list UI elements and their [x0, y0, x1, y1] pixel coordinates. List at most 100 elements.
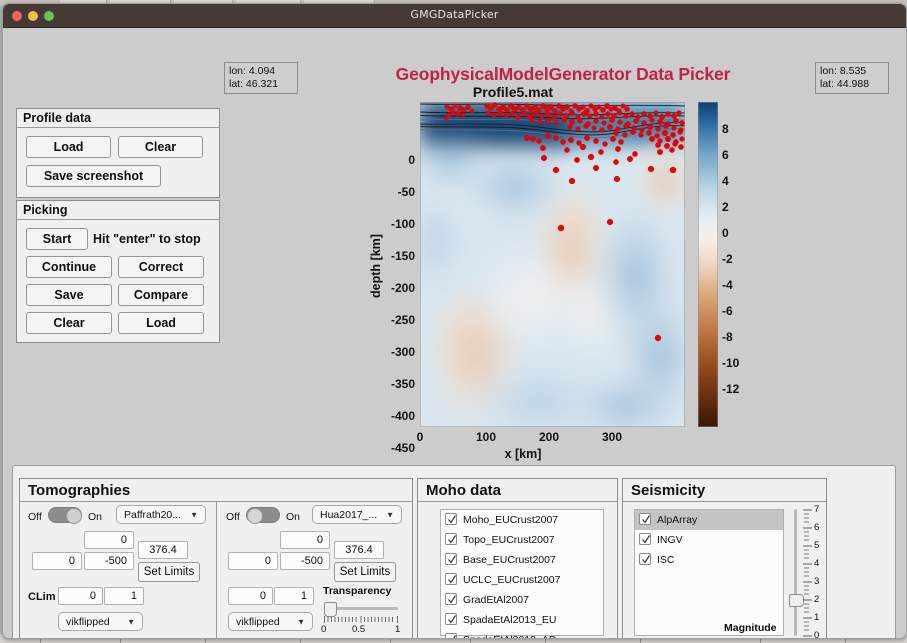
- save-screenshot-button[interactable]: Save screenshot: [26, 165, 161, 187]
- list-item[interactable]: SpadaEtAl2013_EU: [441, 610, 603, 630]
- tomo1-off-label: Off: [28, 511, 42, 523]
- magnitude-tick-0: 0: [814, 630, 820, 639]
- tomo1-onoff-toggle[interactable]: [48, 507, 82, 524]
- checkbox-checked[interactable]: [445, 573, 457, 585]
- window-titlebar[interactable]: GMGDataPicker: [3, 4, 906, 28]
- tomo2-colormap-dropdown[interactable]: vikflipped ▼: [228, 612, 313, 631]
- moho-data-panel: Moho data Moho_EUCrust2007 Topo_EUCrust2…: [417, 478, 618, 638]
- transparency-slider-knob[interactable]: [324, 602, 337, 617]
- tomo2-clim-min-field[interactable]: 0: [228, 587, 273, 605]
- checkbox-checked[interactable]: [445, 513, 457, 525]
- list-item[interactable]: Moho_EUCrust2007: [441, 510, 603, 530]
- tomo2-clim-max-field[interactable]: 1: [274, 587, 314, 605]
- cross-section-plot[interactable]: [420, 102, 685, 427]
- tomo2-left-field[interactable]: 0: [228, 552, 278, 570]
- coords-left-lat: lat: 46.321: [229, 78, 279, 90]
- y-tick-0: 0: [408, 153, 415, 167]
- checkbox-checked[interactable]: [445, 633, 457, 638]
- list-item-label: Topo_EUCrust2007: [463, 534, 555, 546]
- tomo1-dataset-value: Paffrath20...: [124, 508, 182, 521]
- list-item-label: ISC: [657, 554, 675, 566]
- coords-right-lat: lat: 44.988: [820, 78, 870, 90]
- list-item[interactable]: ISC: [635, 550, 783, 570]
- y-tick-450: -450: [390, 441, 415, 455]
- colorbar-tick-2: 2: [722, 200, 729, 214]
- x-tick-100: 100: [475, 430, 497, 444]
- tomo1-clim-min-field[interactable]: 0: [58, 587, 103, 605]
- tomo1-toggle-knob[interactable]: [66, 508, 82, 524]
- list-item[interactable]: SpadaEtAl2013_AD: [441, 630, 603, 638]
- picking-save-button[interactable]: Save: [26, 284, 112, 306]
- tomo1-left-field[interactable]: 0: [32, 552, 82, 570]
- checkbox-checked[interactable]: [639, 533, 651, 545]
- magnitude-slider-knob[interactable]: [789, 594, 804, 607]
- profile-clear-button[interactable]: Clear: [118, 136, 203, 158]
- tomo2-on-label: On: [286, 511, 301, 523]
- transparency-tick-1: 1: [395, 624, 401, 635]
- tomo2-top-field[interactable]: 0: [280, 531, 330, 549]
- tomo1-right-field[interactable]: 376.4: [138, 541, 188, 559]
- magnitude-label: Magnitude: [724, 622, 777, 634]
- moho-data-listbox[interactable]: Moho_EUCrust2007 Topo_EUCrust2007 Base_E…: [440, 509, 604, 638]
- chevron-down-icon: ▼: [386, 510, 394, 519]
- picking-continue-button[interactable]: Continue: [26, 256, 112, 278]
- window-content: lon: 4.094 lat: 46.321 lon: 8.535 lat: 4…: [3, 28, 906, 638]
- magnitude-slider-ticks: [803, 509, 812, 637]
- tomo1-top-field[interactable]: 0: [84, 531, 134, 549]
- tomo1-set-limits-button[interactable]: Set Limits: [138, 562, 200, 582]
- tomo1-bottom-field[interactable]: -500: [84, 552, 134, 570]
- profile-data-title: Profile data: [17, 109, 219, 128]
- checkbox-checked[interactable]: [445, 593, 457, 605]
- checkbox-checked[interactable]: [639, 553, 651, 565]
- list-item[interactable]: Topo_EUCrust2007: [441, 530, 603, 550]
- seismicity-listbox[interactable]: AlpArray INGV ISC: [634, 509, 784, 636]
- colorbar-tick-m6: -6: [722, 304, 733, 318]
- list-item[interactable]: INGV: [635, 530, 783, 550]
- chevron-down-icon: ▼: [190, 510, 198, 519]
- tomo2-bottom-field[interactable]: -500: [280, 552, 330, 570]
- list-item[interactable]: AlpArray: [635, 510, 783, 530]
- tomo1-colormap-dropdown[interactable]: vikflipped ▼: [58, 612, 143, 631]
- list-item[interactable]: GradEtAl2007: [441, 590, 603, 610]
- tomographies-panel: Tomographies Off On Paffrath20... ▼ 0 0 …: [19, 478, 413, 638]
- list-item-label: INGV: [657, 534, 683, 546]
- profile-load-button[interactable]: Load: [26, 136, 111, 158]
- magnitude-slider-track[interactable]: [794, 509, 797, 636]
- tomo2-set-limits-button[interactable]: Set Limits: [334, 562, 396, 582]
- tomo2-right-field[interactable]: 376.4: [334, 541, 384, 559]
- checkbox-checked[interactable]: [639, 513, 651, 525]
- coords-left-readout: lon: 4.094 lat: 46.321: [224, 62, 298, 94]
- transparency-slider[interactable]: [324, 601, 398, 617]
- magnitude-slider[interactable]: [789, 509, 804, 636]
- tomo2-dataset-dropdown[interactable]: Hua2017_... ▼: [312, 505, 402, 524]
- tomo2-off-label: Off: [226, 511, 240, 523]
- picking-clear-button[interactable]: Clear: [26, 312, 112, 334]
- checkbox-checked[interactable]: [445, 553, 457, 565]
- list-item[interactable]: UCLC_EUCrust2007: [441, 570, 603, 590]
- x-tick-300: 300: [601, 430, 623, 444]
- list-item[interactable]: Base_EUCrust2007: [441, 550, 603, 570]
- colorbar-tick-m8: -8: [722, 330, 733, 344]
- checkbox-checked[interactable]: [445, 533, 457, 545]
- tomo1-clim-max-field[interactable]: 1: [104, 587, 144, 605]
- coords-left-lon: lon: 4.094: [229, 65, 276, 77]
- checkbox-checked[interactable]: [445, 613, 457, 625]
- colorbar-tick-m12: -12: [722, 382, 740, 396]
- tomographies-title: Tomographies: [20, 479, 412, 502]
- magnitude-tick-5: 5: [814, 540, 820, 551]
- picking-compare-button[interactable]: Compare: [118, 284, 204, 306]
- y-tick-400: -400: [390, 409, 415, 423]
- window-title: GMGDataPicker: [410, 8, 499, 21]
- tomo2-toggle-knob[interactable]: [247, 508, 263, 524]
- picking-start-button[interactable]: Start: [26, 228, 88, 250]
- profile-figure[interactable]: Profile5.mat 0 -50 -100 -150 -200 -250 -…: [358, 84, 739, 461]
- picking-correct-button[interactable]: Correct: [118, 256, 204, 278]
- list-item-label: UCLC_EUCrust2007: [463, 574, 561, 586]
- moho-data-title: Moho data: [418, 479, 617, 502]
- tomo1-dataset-dropdown[interactable]: Paffrath20... ▼: [116, 505, 206, 524]
- chevron-down-icon: ▼: [297, 617, 305, 626]
- tomo2-onoff-toggle[interactable]: [246, 507, 280, 524]
- picking-panel: Picking Start Hit "enter" to stop Contin…: [16, 200, 220, 343]
- picking-load-button[interactable]: Load: [118, 312, 204, 334]
- seismicity-panel: Seismicity AlpArray INGV ISC Magnitude 7…: [622, 478, 827, 639]
